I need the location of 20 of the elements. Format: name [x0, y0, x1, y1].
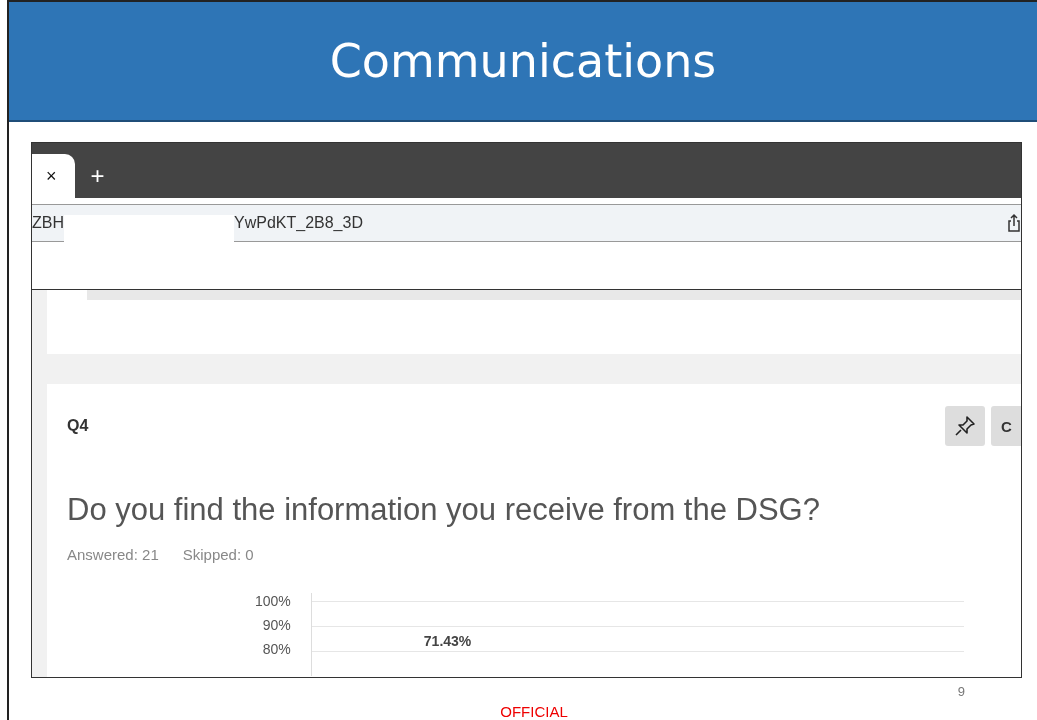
- pushpin-icon: [954, 415, 976, 437]
- axis-label: 80%: [262, 641, 291, 657]
- browser-tab[interactable]: ×: [32, 154, 75, 198]
- axis-label: 100%: [255, 593, 291, 609]
- share-icon[interactable]: [1007, 213, 1021, 233]
- slide-title: Communications: [9, 2, 1037, 122]
- url-text: YwPdKT_2B8_3D: [234, 214, 363, 232]
- page-number: 9: [957, 684, 965, 699]
- question-text: Do you find the information you receive from the DSG?: [67, 492, 821, 528]
- pin-button[interactable]: [945, 406, 985, 446]
- toolbar-button[interactable]: C: [991, 406, 1021, 446]
- bar-value-label: 71.43%: [423, 633, 472, 649]
- classification-label: OFFICIAL: [500, 703, 568, 720]
- question-number: Q4: [67, 417, 90, 435]
- answered-count: Answered: 21: [67, 546, 159, 563]
- url-text: ZBH: [32, 214, 64, 232]
- skipped-count: Skipped: 0: [182, 546, 254, 563]
- address-bar[interactable]: ZBH YwPdKT_2B8_3D: [32, 204, 1021, 242]
- axis-label: 90%: [262, 617, 291, 633]
- new-tab-button[interactable]: +: [74, 154, 121, 198]
